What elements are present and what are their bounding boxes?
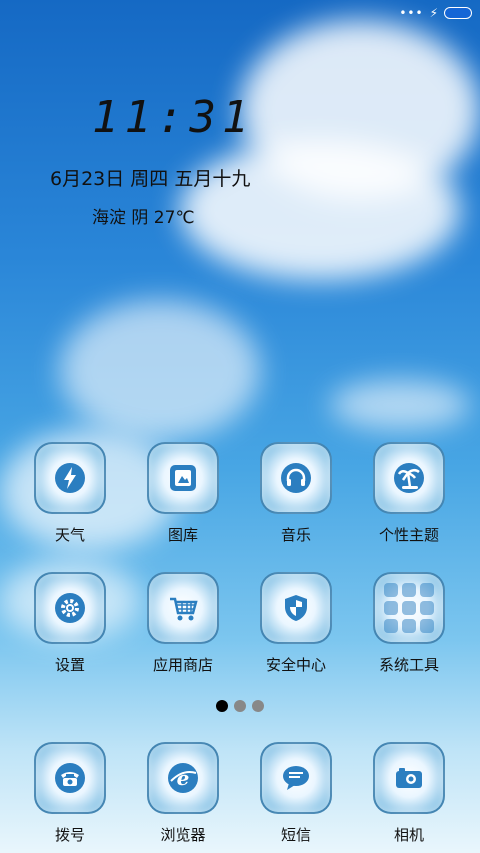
signal-dots-icon: •••	[399, 6, 424, 20]
photo-icon	[147, 442, 219, 514]
app-label: 图库	[167, 526, 198, 544]
shield-icon	[260, 572, 332, 644]
dock-browser[interactable]: e 浏览器	[128, 742, 238, 845]
cloud-4	[330, 380, 470, 430]
lightning-icon	[34, 442, 106, 514]
app-settings[interactable]: 设置	[15, 572, 125, 675]
dock-messages[interactable]: 短信	[241, 742, 351, 845]
message-icon	[260, 742, 332, 814]
dock-dialer[interactable]: 拨号	[15, 742, 125, 845]
cloud-3	[60, 300, 260, 440]
app-gallery[interactable]: 图库	[128, 442, 238, 545]
dock-camera[interactable]: 相机	[354, 742, 464, 845]
app-themes[interactable]: 个性主题	[354, 442, 464, 545]
palm-tree-icon	[373, 442, 445, 514]
app-label: 应用商店	[152, 656, 213, 674]
browser-icon: e	[147, 742, 219, 814]
app-label: 短信	[280, 826, 311, 844]
battery-icon	[444, 7, 472, 19]
page-dot-active	[216, 700, 228, 712]
cloud-2	[180, 140, 460, 280]
telephone-icon	[34, 742, 106, 814]
app-system-tools[interactable]: 系统工具	[354, 572, 464, 675]
shopping-cart-icon	[147, 572, 219, 644]
app-label: 系统工具	[378, 656, 439, 674]
app-security[interactable]: 安全中心	[241, 572, 351, 675]
camera-icon	[373, 742, 445, 814]
app-label: 拨号	[54, 826, 85, 844]
svg-text:e: e	[177, 766, 190, 790]
page-dot	[252, 700, 264, 712]
headphones-icon	[260, 442, 332, 514]
tools-folder-icon	[373, 572, 445, 644]
app-label: 相机	[393, 826, 424, 844]
charging-icon: ⚡	[429, 6, 438, 20]
page-indicator	[216, 700, 264, 712]
app-label: 安全中心	[265, 656, 326, 674]
status-bar: ••• ⚡	[399, 6, 472, 20]
app-label: 设置	[54, 656, 85, 674]
app-label: 个性主题	[378, 526, 439, 544]
page-dot	[234, 700, 246, 712]
app-store[interactable]: 应用商店	[128, 572, 238, 675]
app-label: 音乐	[280, 526, 311, 544]
app-music[interactable]: 音乐	[241, 442, 351, 545]
gear-icon	[34, 572, 106, 644]
clock-time[interactable]: 11:31	[92, 92, 254, 143]
date-line: 6月23日 周四 五月十九	[50, 168, 251, 190]
app-weather[interactable]: 天气	[15, 442, 125, 545]
app-label: 浏览器	[160, 826, 206, 844]
weather-line[interactable]: 海淀 阴 27℃	[92, 203, 195, 228]
app-label: 天气	[54, 526, 85, 544]
